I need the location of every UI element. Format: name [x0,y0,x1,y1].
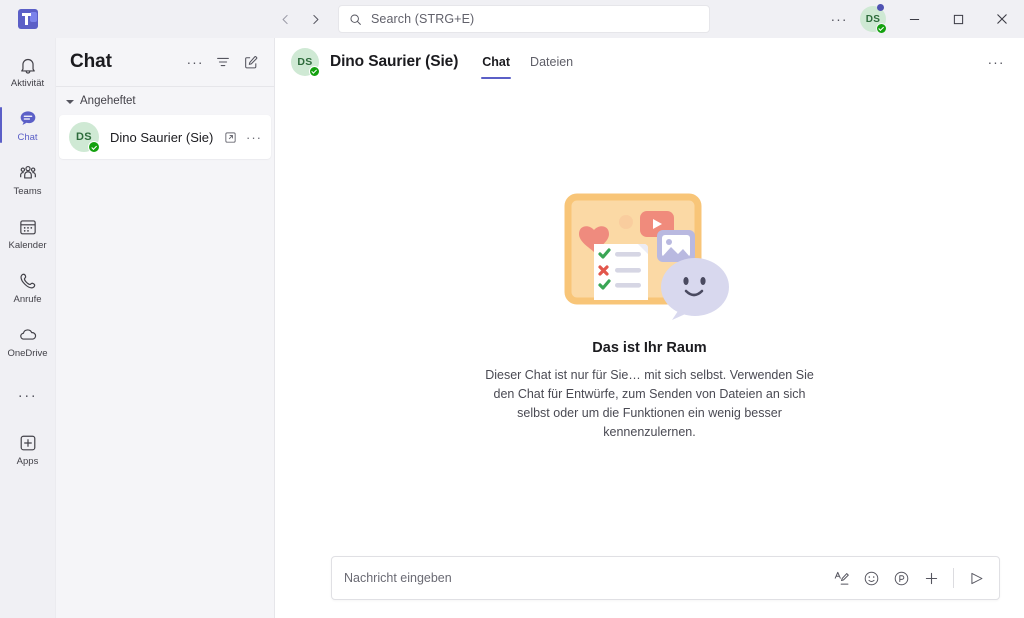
title-bar: Search (STRG+E) ··· DS [0,0,1024,38]
back-button[interactable] [272,6,298,32]
send-button[interactable] [963,565,989,591]
left-rail: Aktivität Chat Teams Kalender Anrufe One… [0,38,56,618]
sidebar-item-label: OneDrive [7,347,48,359]
format-button[interactable] [828,565,854,591]
calendar-icon [17,216,39,238]
message-composer[interactable]: Nachricht eingeben [331,556,1000,600]
chat-header-avatar-container: DS [291,48,320,77]
sidebar-item-apps[interactable]: Apps [0,422,56,476]
giphy-button[interactable] [888,565,914,591]
chat-bubble-icon [17,108,39,130]
empty-state-description: Dieser Chat ist nur für Sie… mit sich se… [485,368,814,439]
tab-dateien[interactable]: Dateien [522,38,581,86]
teams-logo-accent [30,12,37,22]
bell-icon [17,54,39,76]
pinned-section-header[interactable]: Angeheftet [56,87,274,115]
sidebar-item-label: Teams [13,185,42,197]
popout-chat-button[interactable] [219,126,241,148]
composer-divider [953,568,954,588]
empty-state: Das ist Ihr Raum Dieser Chat ist nur für… [275,86,1024,618]
chat-header: DS Dino Saurier (Sie) Chat Dateien ··· [275,38,1024,86]
sidebar-item-teams[interactable]: Teams [0,152,56,206]
format-icon [833,570,850,587]
presence-available-icon [309,66,320,77]
composer-container: Nachricht eingeben [331,556,1000,600]
chat-title: Dino Saurier (Sie) [330,53,459,70]
navigation-arrows [272,6,328,32]
main-content: DS Dino Saurier (Sie) Chat Dateien ··· D… [275,38,1024,618]
list-item-more-button[interactable]: ··· [243,126,265,148]
sidebar-item-label: Aktivität [10,77,45,89]
list-item-actions: ··· [219,126,265,148]
apps-plus-icon [17,432,39,454]
giphy-icon [893,570,910,587]
composer-actions [828,565,989,591]
sidebar-item-aktivitaet[interactable]: Aktivität [0,44,56,98]
cloud-icon [17,324,39,346]
more-dots-icon: ··· [186,54,204,70]
emoji-button[interactable] [858,565,884,591]
sidebar-item-onedrive[interactable]: OneDrive [0,314,56,368]
add-attachment-button[interactable] [918,565,944,591]
send-icon [968,570,985,587]
chevron-down-icon [66,99,74,104]
account-avatar-button[interactable]: DS [854,0,892,38]
sidebar-item-label: Chat [17,131,38,143]
sidebar-item-label: Kalender [8,239,47,251]
chat-list-more-button[interactable]: ··· [182,49,208,75]
list-item-label: Dino Saurier (Sie) [110,129,214,145]
people-icon [17,162,39,184]
sidebar-item-label: Apps [16,455,39,467]
popout-icon [223,130,238,145]
chat-header-more-button[interactable]: ··· [982,48,1010,76]
sidebar-item-anrufe[interactable]: Anrufe [0,260,56,314]
empty-state-title: Das ist Ihr Raum [592,340,707,356]
search-icon [349,13,362,26]
teams-logo [18,9,38,29]
pinned-section-label: Angeheftet [80,95,136,107]
message-input[interactable]: Nachricht eingeben [344,571,828,585]
more-dots-icon: ··· [246,129,262,145]
more-dots-icon: ··· [17,386,38,404]
minimize-button[interactable] [892,0,936,38]
avatar-container: DS [69,122,100,153]
forward-button[interactable] [302,6,328,32]
search-input-placeholder[interactable]: Search (STRG+E) [371,12,474,26]
app-body: Aktivität Chat Teams Kalender Anrufe One… [0,38,1024,618]
sidebar-item-chat[interactable]: Chat [0,98,56,152]
filter-icon [215,54,231,70]
chat-list-header: Chat ··· [56,38,274,86]
tab-chat[interactable]: Chat [474,38,518,86]
compose-icon [243,54,259,70]
plus-icon [923,570,940,587]
notification-dot-icon [877,4,884,11]
teams-logo-container [0,0,56,38]
filter-button[interactable] [210,49,236,75]
presence-available-icon [876,23,887,34]
presence-available-icon [88,141,100,153]
phone-icon [17,270,39,292]
new-chat-button[interactable] [238,49,264,75]
sidebar-item-kalender[interactable]: Kalender [0,206,56,260]
titlebar-more-button[interactable]: ··· [824,4,854,34]
sidebar-more-button[interactable]: ··· [0,368,56,422]
sidebar-item-label: Anrufe [13,293,42,305]
chat-tabs: Chat Dateien [474,38,581,86]
search-box[interactable]: Search (STRG+E) [338,5,710,33]
title-bar-right: ··· DS [824,0,1024,38]
emoji-icon [863,570,880,587]
list-item[interactable]: DS Dino Saurier (Sie) ··· [59,115,271,159]
chat-list-header-actions: ··· [182,49,264,75]
teams-window: Search (STRG+E) ··· DS Aktivität Chat Te… [0,0,1024,618]
your-space-illustration [560,192,740,322]
maximize-button[interactable] [936,0,980,38]
chat-list-pane: Chat ··· Angeheftet DS Dino Saurier (Sie… [56,38,275,618]
close-button[interactable] [980,0,1024,38]
page-title: Chat [70,51,112,72]
